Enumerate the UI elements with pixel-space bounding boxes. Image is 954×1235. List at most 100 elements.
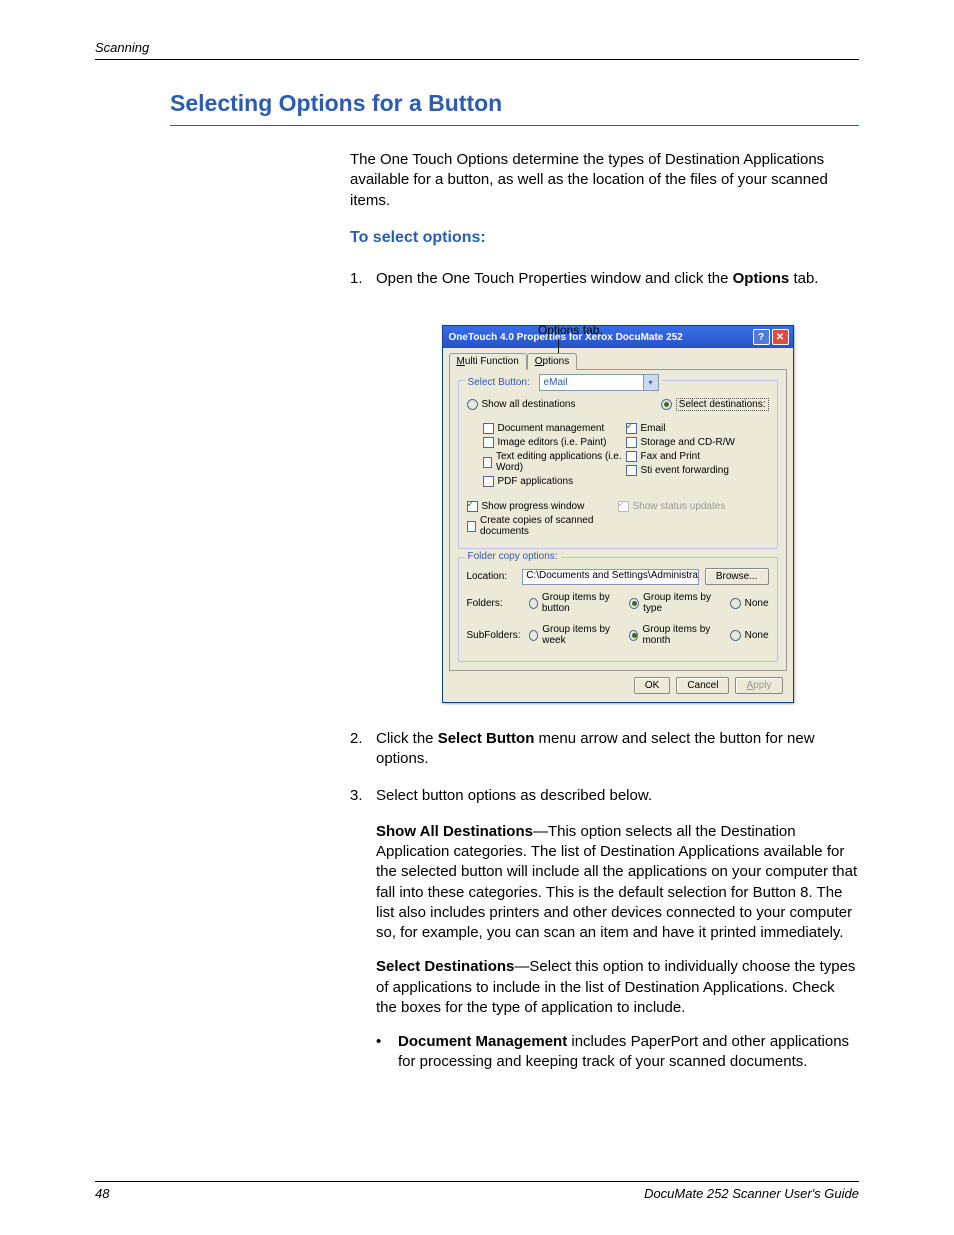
check-image-editors[interactable]: Image editors (i.e. Paint)	[483, 437, 626, 448]
checkbox-icon	[626, 437, 637, 448]
tab-multi-function[interactable]: Multi Function	[449, 353, 527, 370]
folders-opt-type[interactable]: Group items by type	[629, 592, 724, 614]
step-text: Click the Select Button menu arrow and s…	[376, 729, 859, 770]
text: M	[457, 356, 465, 367]
subfolders-opt-none[interactable]: None	[730, 630, 769, 641]
location-input[interactable]: C:\Documents and Settings\Administrator\…	[522, 569, 699, 585]
page-footer: 48 DocuMate 252 Scanner User's Guide	[95, 1181, 859, 1201]
dest-col-right: Email Storage and CD-R/W Fax and Print S…	[626, 420, 769, 490]
select-button-legend: Select Button: eMail ▾	[465, 374, 662, 391]
subheading: To select options:	[350, 229, 859, 247]
dialog-buttons: OK Cancel Apply	[449, 671, 787, 696]
select-button-group: Select Button: eMail ▾ Show al	[458, 380, 778, 549]
intro-paragraph: The One Touch Options determine the type…	[350, 150, 859, 211]
text: ulti Function	[465, 356, 519, 367]
radio-label: Group items by button	[542, 592, 623, 614]
radio-icon	[730, 598, 741, 609]
location-row: Location: C:\Documents and Settings\Admi…	[467, 568, 769, 585]
check-text-editing[interactable]: Text editing applications (i.e. Word)	[483, 451, 626, 473]
checkbox-icon	[483, 423, 494, 434]
check-label: Show progress window	[482, 501, 585, 512]
close-icon[interactable]: ✕	[772, 329, 789, 345]
radio-icon	[730, 630, 741, 641]
check-label: Sti event forwarding	[641, 465, 729, 476]
check-storage[interactable]: Storage and CD-R/W	[626, 437, 769, 448]
dest-col-left: Document management Image editors (i.e. …	[467, 420, 626, 490]
options-panel: Select Button: eMail ▾ Show al	[449, 370, 787, 671]
running-head: Scanning	[95, 40, 859, 60]
select-button-combo[interactable]: eMail ▾	[539, 374, 659, 391]
page-title: Selecting Options for a Button	[170, 90, 859, 126]
check-sti-forwarding[interactable]: Sti event forwarding	[626, 465, 769, 476]
check-show-status: Show status updates	[618, 501, 769, 512]
check-pdf-applications[interactable]: PDF applications	[483, 476, 626, 487]
bullet-icon: •	[376, 1032, 398, 1073]
combo-value: eMail	[540, 377, 643, 388]
misc-right: Show status updates	[618, 498, 769, 540]
text: —This option selects all the Destination…	[376, 823, 857, 941]
ok-button[interactable]: OK	[634, 677, 670, 694]
check-document-management[interactable]: Document management	[483, 423, 626, 434]
show-all-destinations-para: Show All Destinations—This option select…	[376, 822, 859, 944]
step-number: 1.	[350, 269, 376, 289]
checkbox-icon	[483, 457, 493, 468]
text: Click the	[376, 730, 438, 747]
text: pply	[753, 680, 771, 691]
callout-label: Options tab.	[538, 323, 603, 337]
check-fax-print[interactable]: Fax and Print	[626, 451, 769, 462]
radio-label: Show all destinations	[482, 399, 576, 410]
onetouch-properties-dialog: OneTouch 4.0 Properties for Xerox DocuMa…	[442, 325, 794, 703]
check-label: Create copies of scanned documents	[480, 515, 618, 537]
location-label: Location:	[467, 571, 517, 582]
radio-icon	[661, 399, 672, 410]
subfolders-label: SubFolders:	[467, 630, 523, 641]
checkbox-icon	[626, 451, 637, 462]
folders-opt-button[interactable]: Group items by button	[529, 592, 624, 614]
checkbox-icon	[626, 465, 637, 476]
radio-icon	[629, 630, 638, 641]
check-label: Text editing applications (i.e. Word)	[496, 451, 626, 473]
step-3: 3. Select button options as described be…	[350, 786, 859, 806]
checkbox-icon	[467, 501, 478, 512]
radio-label: Group items by week	[542, 624, 623, 646]
text: Open the One Touch Properties window and…	[376, 270, 733, 287]
radio-icon	[529, 598, 538, 609]
radio-label: Group items by month	[642, 624, 723, 646]
bold-text: Options	[733, 270, 790, 287]
check-create-copies[interactable]: Create copies of scanned documents	[467, 515, 618, 537]
step-1: 1. Open the One Touch Properties window …	[350, 269, 859, 289]
show-all-radio[interactable]: Show all destinations	[467, 399, 576, 410]
step-2: 2. Click the Select Button menu arrow an…	[350, 729, 859, 770]
step-text: Open the One Touch Properties window and…	[376, 269, 859, 289]
check-label: Email	[641, 423, 666, 434]
help-icon[interactable]: ?	[753, 329, 770, 345]
step-number: 2.	[350, 729, 376, 770]
subfolders-opt-month[interactable]: Group items by month	[629, 624, 724, 646]
dest-mode-row: Show all destinations Select destination…	[467, 395, 769, 414]
checkbox-icon	[467, 521, 477, 532]
subfolders-row: SubFolders: Group items by week Group it…	[467, 621, 769, 649]
tab-options[interactable]: Options	[527, 353, 577, 370]
body: The One Touch Options determine the type…	[350, 150, 859, 1073]
step-number: 3.	[350, 786, 376, 806]
checkbox-icon	[626, 423, 637, 434]
check-label: Fax and Print	[641, 451, 700, 462]
apply-button[interactable]: Apply	[735, 677, 782, 694]
checkbox-icon	[618, 501, 629, 512]
step-text: Select button options as described below…	[376, 786, 859, 806]
radio-label: None	[745, 598, 769, 609]
dialog-figure: Options tab. OneTouch 4.0 Properties for…	[376, 325, 859, 703]
radio-label: Group items by type	[643, 592, 723, 614]
check-show-progress[interactable]: Show progress window	[467, 501, 618, 512]
browse-button[interactable]: Browse...	[705, 568, 769, 585]
radio-icon	[629, 598, 639, 609]
select-destinations-radio[interactable]: Select destinations:	[661, 398, 769, 411]
check-label: Storage and CD-R/W	[641, 437, 735, 448]
bullet-document-management: • Document Management includes PaperPort…	[376, 1032, 859, 1073]
subfolders-opt-week[interactable]: Group items by week	[529, 624, 624, 646]
dialog-titlebar: OneTouch 4.0 Properties for Xerox DocuMa…	[443, 326, 793, 348]
folders-opt-none[interactable]: None	[730, 598, 769, 609]
cancel-button[interactable]: Cancel	[676, 677, 729, 694]
check-email[interactable]: Email	[626, 423, 769, 434]
chevron-down-icon[interactable]: ▾	[643, 375, 658, 390]
